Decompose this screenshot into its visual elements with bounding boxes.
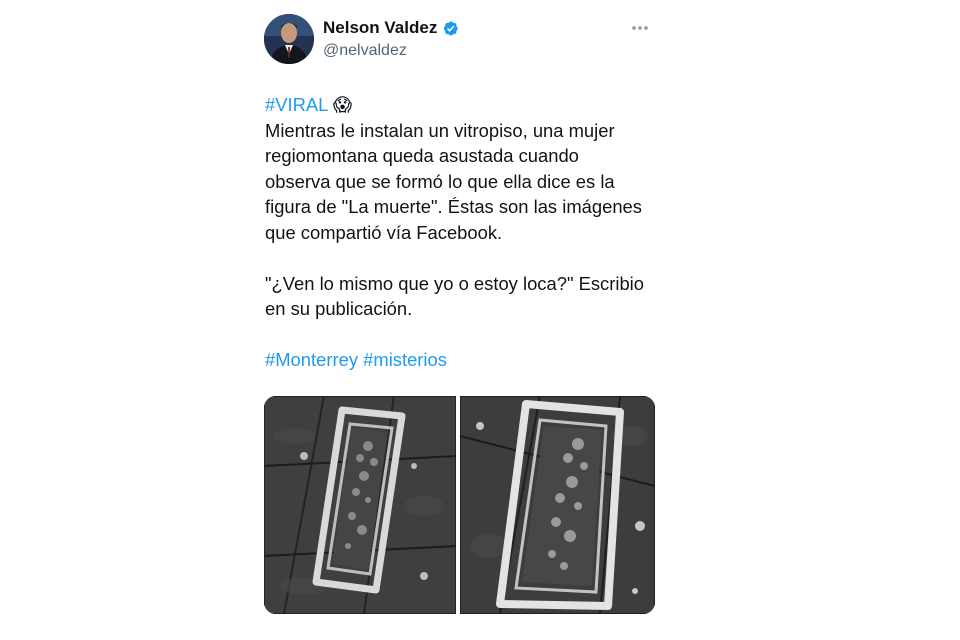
hashtag-viral[interactable]: #VIRAL: [265, 94, 328, 115]
media-grid: [264, 396, 655, 614]
text-line: "¿Ven lo mismo que yo o estoy loca?" Esc…: [265, 272, 645, 294]
text-line: figura de "La muerte". Éstas son las imá…: [265, 196, 642, 217]
hashtag-misterios[interactable]: #misterios: [363, 349, 447, 370]
hashtag-monterrey[interactable]: #Monterrey: [265, 349, 358, 370]
floor-photo-left[interactable]: [264, 396, 456, 614]
text-line: observa que se formó lo que ella dice es…: [265, 170, 615, 192]
more-horizontal-icon[interactable]: [628, 18, 652, 38]
text-line: regiomontana queda asustada cuando: [265, 145, 579, 166]
page: Nelson Valdez @nelvaldez #VIRAL 😱 Mientr…: [0, 0, 960, 640]
tweet-text: #VIRAL 😱 Mientras le instalan un vitropi…: [265, 92, 661, 373]
author-handle[interactable]: @nelvaldez: [323, 42, 459, 60]
author-block: Nelson Valdez @nelvaldez: [323, 17, 459, 60]
tweet-card[interactable]: Nelson Valdez @nelvaldez #VIRAL 😱 Mientr…: [262, 0, 672, 640]
text-line: Mientras le instalan un vitropiso, una m…: [265, 119, 615, 141]
text-line: que compartió vía Facebook.: [265, 221, 503, 243]
floor-photo-right[interactable]: [460, 396, 655, 614]
verified-badge-icon: [442, 20, 459, 37]
hashtag-line: #Monterrey #misterios: [265, 347, 661, 373]
avatar[interactable]: [264, 14, 314, 64]
author-name[interactable]: Nelson Valdez: [323, 18, 437, 38]
text-line: en su publicación.: [265, 298, 413, 319]
name-row: Nelson Valdez: [323, 17, 459, 39]
screaming-face-emoji: 😱: [332, 94, 352, 115]
avatar-photo: [264, 14, 314, 64]
first-line: #VIRAL 😱: [265, 92, 661, 118]
